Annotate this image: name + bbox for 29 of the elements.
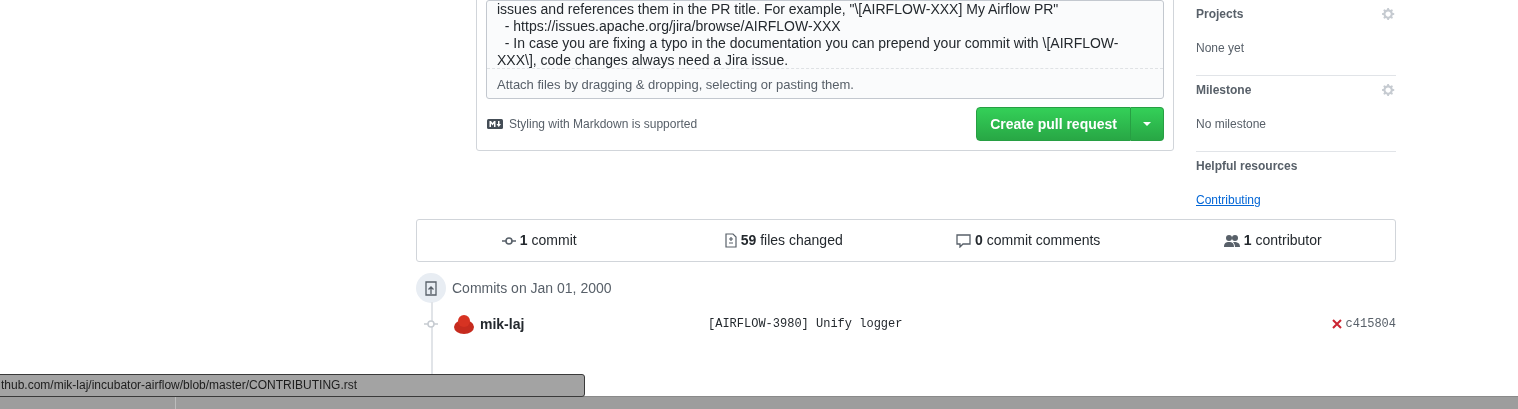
stat-link[interactable]: 0 commit comments [975,230,1101,251]
stat-link[interactable]: 1 contributor [1243,230,1322,251]
file-diff-icon [724,233,737,248]
description-field[interactable]: issues and references them in the PR title. For example, "\[AIRFLOW-XXX] My Airflow PR" - https://issues.apache.org/jira/browse/AIRFLOW-XXX - In case you are fixing a typo in the documentation you can prepend your commit with \[AIRFLOW- XXX\], code changes always need a Jira issue. Attach files by dragging & dropping, selecting or pasting them. [486,0,1164,99]
markdown-note: Styling with Markdown is supported [509,116,698,133]
sidebar-value: No milestone [1196,117,1267,131]
settings-icon[interactable] [1382,83,1396,97]
sidebar-value: None yet [1196,41,1245,55]
sidebar-heading: Milestone [1196,82,1252,99]
commit-message-link[interactable]: [AIRFLOW-3980] Unify logger [708,315,903,333]
status-bar-url: thub.com/mik-laj/incubator-airflow/blob/master/CONTRIBUTING.rst [0,374,585,397]
avatar [453,314,475,334]
comment-icon [956,233,972,248]
commit-group-date: Commits on Jan 01, 2000 [452,278,612,298]
sidebar-heading: Helpful resources [1196,158,1298,175]
author-link[interactable]: mik-laj [480,313,708,335]
stat-link[interactable]: 1 commit [519,230,577,251]
people-icon [1223,234,1240,247]
sidebar-heading: Projects [1196,6,1244,23]
attach-hint: Attach files by dragging & dropping, selecting or pasting them. [496,76,855,94]
dropdown-button[interactable] [1131,107,1164,141]
contributing-link[interactable]: Contributing [1196,193,1261,207]
caret-icon [1143,122,1151,126]
markdown-icon [487,119,503,129]
commit-sha-link[interactable]: c415804 [1345,315,1396,333]
commit-icon [501,235,516,246]
commit-node-icon [424,319,438,329]
settings-icon[interactable] [1382,7,1396,21]
stat-link[interactable]: 59 files changed [740,230,843,251]
